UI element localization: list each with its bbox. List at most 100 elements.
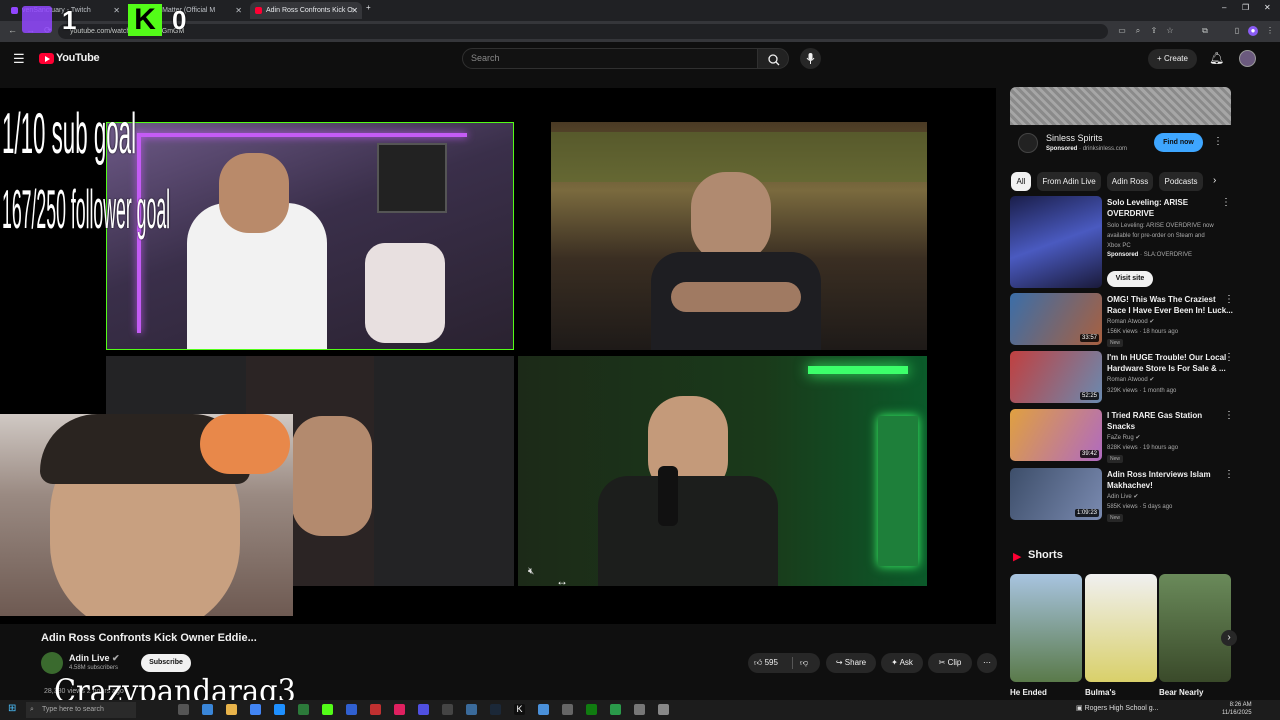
rec-channel-2[interactable]: Roman Atwood ✔︎ bbox=[1107, 376, 1154, 385]
channel-name[interactable]: Adin Live ✔︎ bbox=[69, 653, 120, 664]
sidebar-icon[interactable]: ▯ bbox=[1232, 26, 1242, 36]
rec-channel-4[interactable]: Adin Live ✔︎ bbox=[1107, 493, 1138, 502]
app-icon[interactable] bbox=[442, 704, 453, 715]
rec-channel-3[interactable]: FaZe Rug ✔︎ bbox=[1107, 434, 1140, 443]
rec-thumbnail-2[interactable]: 52:25 bbox=[1010, 351, 1102, 403]
sub-goal-text: 1/10 sub goal bbox=[2, 100, 137, 166]
more-actions-button[interactable]: ⋯ bbox=[977, 653, 997, 673]
chip-podcasts[interactable]: Podcasts bbox=[1159, 172, 1203, 191]
clip-button[interactable]: ✂ Clip bbox=[928, 653, 972, 673]
find-now-button[interactable]: Find now bbox=[1154, 133, 1203, 152]
minimize-button[interactable]: – bbox=[1222, 3, 1226, 12]
steam-icon[interactable] bbox=[490, 704, 501, 715]
app-icon[interactable] bbox=[370, 704, 381, 715]
windows-start-icon[interactable]: ⊞ bbox=[8, 703, 16, 714]
notifications-bell-icon[interactable]: 🔔︎ bbox=[1209, 51, 1224, 65]
app-icon[interactable] bbox=[634, 704, 645, 715]
short-title-1[interactable]: Bulma's bbox=[1085, 688, 1116, 697]
short-title-0[interactable]: He Ended bbox=[1010, 688, 1047, 697]
ad-more-icon[interactable]: ⋮ bbox=[1213, 136, 1223, 147]
rec-title-3[interactable]: I Tried RARE Gas Station Snacks bbox=[1107, 410, 1202, 432]
new-tab-button[interactable]: + bbox=[366, 3, 371, 12]
subscribe-button[interactable]: Subscribe bbox=[141, 654, 191, 672]
url-bar[interactable]: youtube.com/watch?v=...1TruGmGM bbox=[58, 24, 1108, 39]
app-icon[interactable] bbox=[346, 704, 357, 715]
rec-more-icon[interactable]: ⋮ bbox=[1224, 352, 1234, 363]
search-button[interactable] bbox=[757, 48, 789, 69]
rec-channel-1[interactable]: Roman Atwood ✔︎ bbox=[1107, 318, 1154, 327]
rec-title-0[interactable]: Solo Leveling: ARISE OVERDRIVE bbox=[1107, 197, 1188, 219]
tab-active-video[interactable]: Adin Ross Confronts Kick O ✕ bbox=[250, 2, 362, 19]
shorts-next-button[interactable]: › bbox=[1221, 630, 1237, 646]
app-icon[interactable] bbox=[274, 704, 285, 715]
rec-thumbnail-4[interactable]: 1:09:23 bbox=[1010, 468, 1102, 520]
voice-search-button[interactable] bbox=[800, 48, 821, 69]
chevron-right-icon[interactable]: › bbox=[1213, 175, 1216, 186]
taskbar-search-input[interactable]: ⌕ Type here to search bbox=[26, 702, 136, 718]
close-window-button[interactable]: ✕ bbox=[1264, 3, 1271, 12]
chip-all[interactable]: All bbox=[1011, 172, 1031, 191]
app-icon[interactable] bbox=[418, 704, 429, 715]
settings-gear-icon[interactable] bbox=[658, 704, 669, 715]
app-icon[interactable] bbox=[538, 704, 549, 715]
share-icon[interactable]: ⇪ bbox=[1149, 26, 1159, 36]
youtube-logo-icon[interactable] bbox=[39, 53, 54, 64]
maximize-button[interactable]: ❐ bbox=[1242, 3, 1249, 12]
rec-title-1[interactable]: OMG! This Was The Craziest Race I Have Ev… bbox=[1107, 294, 1233, 316]
news-icon: ▣ bbox=[1076, 705, 1085, 712]
user-avatar[interactable] bbox=[1239, 50, 1256, 67]
rec-more-icon[interactable]: ⋮ bbox=[1224, 469, 1234, 480]
short-thumbnail-0[interactable] bbox=[1010, 574, 1082, 682]
close-icon[interactable]: ✕ bbox=[351, 2, 358, 19]
menu-icon[interactable]: ⋮ bbox=[1265, 26, 1275, 36]
channel-avatar[interactable] bbox=[41, 652, 63, 674]
rec-title-2[interactable]: I'm In HUGE Trouble! Our Local Hardware S… bbox=[1107, 352, 1226, 374]
rec-title-4[interactable]: Adin Ross Interviews Islam Makhachev! bbox=[1107, 469, 1211, 491]
short-title-2[interactable]: Bear Nearly bbox=[1159, 688, 1203, 697]
cast-icon[interactable]: ▭ bbox=[1117, 26, 1127, 36]
short-thumbnail-2[interactable] bbox=[1159, 574, 1231, 682]
youtube-logo-text[interactable]: YouTube bbox=[56, 52, 100, 64]
rec-more-icon[interactable]: ⋮ bbox=[1221, 197, 1231, 208]
mute-icon[interactable]: 🔇︎ bbox=[528, 566, 534, 577]
thumbs-down-icon[interactable]: 👎︎ bbox=[800, 653, 808, 673]
file-explorer-icon[interactable] bbox=[226, 704, 237, 715]
back-icon[interactable]: ← bbox=[8, 25, 17, 35]
app-icon[interactable] bbox=[610, 704, 621, 715]
search-input[interactable]: Search bbox=[462, 48, 758, 69]
video-player[interactable]: 🔇︎ ↔ bbox=[0, 88, 996, 624]
rec-thumbnail-0[interactable] bbox=[1010, 196, 1102, 288]
zoom-icon[interactable]: ⌕ bbox=[1133, 26, 1143, 36]
hamburger-menu-icon[interactable]: ☰ bbox=[13, 51, 25, 67]
share-button[interactable]: ↪ Share bbox=[826, 653, 876, 673]
edge-icon[interactable] bbox=[202, 704, 213, 715]
xbox-icon[interactable] bbox=[586, 704, 597, 715]
extensions-icon[interactable]: ⧉ bbox=[1200, 26, 1210, 36]
visit-site-button[interactable]: Visit site bbox=[1107, 271, 1153, 287]
create-button[interactable]: + Create bbox=[1148, 49, 1197, 69]
taskbar-clock[interactable]: 8:26 AM 11/16/2025 bbox=[1222, 701, 1252, 717]
rec-thumbnail-1[interactable]: 33:57 bbox=[1010, 293, 1102, 345]
profile-avatar[interactable]: ● bbox=[1248, 26, 1258, 36]
app-icon[interactable] bbox=[466, 704, 477, 715]
short-thumbnail-1[interactable] bbox=[1085, 574, 1157, 682]
app-icon[interactable] bbox=[394, 704, 405, 715]
close-icon[interactable]: ✕ bbox=[235, 2, 242, 19]
close-icon[interactable]: ✕ bbox=[113, 2, 120, 19]
bookmark-star-icon[interactable]: ☆ bbox=[1165, 26, 1175, 36]
rec-more-icon[interactable]: ⋮ bbox=[1224, 294, 1234, 305]
chrome-icon[interactable] bbox=[250, 704, 261, 715]
chip-from-channel[interactable]: From Adin Live bbox=[1037, 172, 1101, 191]
rec-more-icon[interactable]: ⋮ bbox=[1224, 410, 1234, 421]
ask-button[interactable]: ✦ Ask bbox=[881, 653, 923, 673]
taskbar-notification[interactable]: ▣ Rogers High School g... bbox=[1076, 704, 1159, 712]
app-icon[interactable] bbox=[298, 704, 309, 715]
app-icon[interactable] bbox=[562, 704, 573, 715]
ad-banner-image[interactable] bbox=[1010, 87, 1231, 125]
app-icon[interactable] bbox=[322, 704, 333, 715]
task-view-icon[interactable] bbox=[178, 704, 189, 715]
kick-app-icon[interactable]: K bbox=[514, 704, 525, 715]
like-button[interactable]: 👍︎ 595 bbox=[754, 658, 778, 667]
chip-adin-ross[interactable]: Adin Ross bbox=[1107, 172, 1153, 191]
rec-thumbnail-3[interactable]: 39:42 bbox=[1010, 409, 1102, 461]
